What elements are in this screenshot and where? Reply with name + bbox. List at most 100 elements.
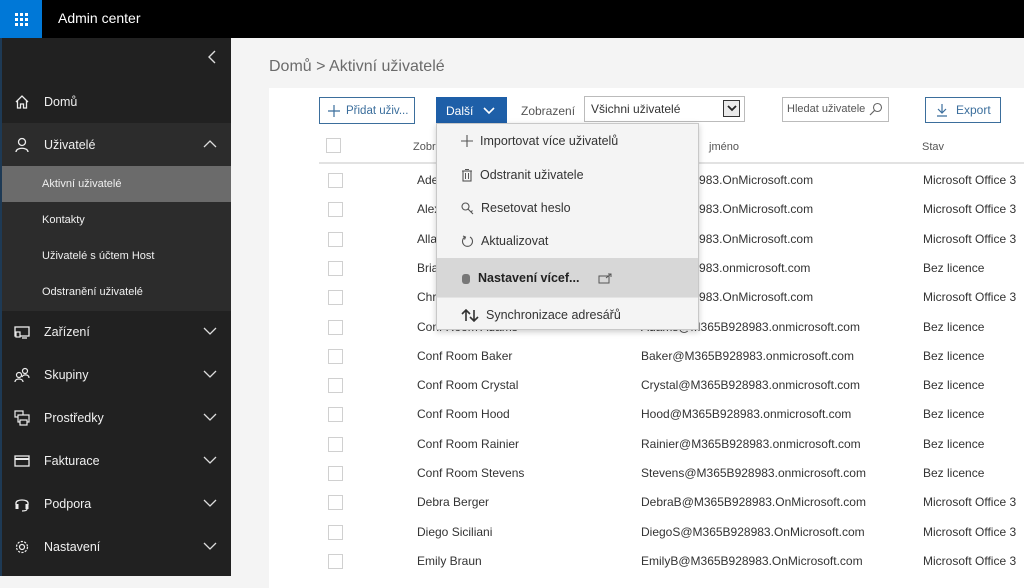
status-cell: Microsoft Office 3 xyxy=(923,524,1017,539)
sidebar-item-resources[interactable]: Prostředky xyxy=(2,396,231,439)
row-checkbox[interactable] xyxy=(328,553,343,569)
sidebar-item-users[interactable]: Uživatelé xyxy=(2,123,231,166)
sidebar-subitem-deleted-users[interactable]: Odstranění uživatelé xyxy=(2,274,231,310)
username-cell: Crystal@M365B928983.onmicrosoft.com xyxy=(641,378,860,393)
groups-icon xyxy=(12,367,32,383)
sidebar-item-home[interactable]: Domů xyxy=(2,80,231,123)
chevron-down-icon xyxy=(203,413,217,421)
menu-item-directory-sync[interactable]: Synchronizace adresářů xyxy=(437,298,698,332)
breadcrumb: Domů > Aktivní uživatelé xyxy=(269,58,445,75)
username-cell: EmilyB@M365B928983.OnMicrosoft.com xyxy=(641,553,863,568)
status-cell: Bez licence xyxy=(923,319,985,334)
row-checkbox[interactable] xyxy=(328,173,343,188)
external-link-icon xyxy=(598,273,612,283)
sidebar-item-support[interactable]: Podpora xyxy=(2,482,231,525)
table-row[interactable]: Conf Room Hood Hood@M365B928983.onmicroso… xyxy=(269,400,1024,429)
display-name-cell[interactable]: Conf Room Rainier xyxy=(417,437,617,451)
sidebar-item-groups[interactable]: Skupiny xyxy=(2,353,231,396)
security-icon xyxy=(462,273,470,284)
sidebar-item-label: Podpora xyxy=(44,496,92,511)
collapse-sidebar-button[interactable] xyxy=(207,50,217,69)
status-cell: Microsoft Office 3 xyxy=(923,495,1017,510)
status-cell: Microsoft Office 3 xyxy=(923,173,1017,187)
view-select[interactable]: Všichni uživatelé xyxy=(584,96,745,122)
search-placeholder: Hledat uživatele xyxy=(787,103,866,115)
sync-icon xyxy=(461,308,479,322)
chevron-down-icon xyxy=(203,499,217,507)
sidebar-item-label: Zařízení xyxy=(44,324,90,339)
app-title: Admin center xyxy=(58,10,141,26)
more-actions-menu: Importovat více uživatelů Odstranit uživ… xyxy=(436,123,699,330)
row-checkbox[interactable] xyxy=(328,436,343,452)
plus-icon xyxy=(461,135,473,147)
column-header-name[interactable]: Zobr xyxy=(413,141,436,153)
menu-item-import-users[interactable]: Importovat více uživatelů xyxy=(437,124,698,158)
search-icon xyxy=(869,102,883,116)
row-checkbox[interactable] xyxy=(328,290,343,306)
app-launcher-button[interactable] xyxy=(0,0,42,38)
row-checkbox[interactable] xyxy=(328,378,343,394)
menu-item-mfa-settings[interactable]: Nastavení vícef... xyxy=(437,258,698,298)
table-row[interactable]: Conf Room Rainier Rainier@M365B928983.onm… xyxy=(269,430,1024,459)
sidebar-subitem-guest-users[interactable]: Uživatelé s účtem Host xyxy=(2,238,231,274)
sidebar-subitem-active-users[interactable]: Aktivní uživatelé xyxy=(2,166,231,202)
row-checkbox[interactable] xyxy=(328,524,343,540)
row-checkbox[interactable] xyxy=(328,231,343,247)
status-cell: Bez licence xyxy=(923,378,985,393)
trash-icon xyxy=(462,168,472,182)
display-name-cell[interactable]: Conf Room Baker xyxy=(417,349,617,363)
row-checkbox[interactable] xyxy=(328,348,343,364)
menu-item-refresh[interactable]: Aktualizovat xyxy=(437,224,698,258)
display-name-cell[interactable]: Diego Siciliani xyxy=(417,525,617,539)
search-input[interactable]: Hledat uživatele xyxy=(782,97,889,122)
username-cell: Rainier@M365B928983.onmicrosoft.com xyxy=(641,436,861,451)
row-checkbox[interactable] xyxy=(328,407,343,423)
menu-item-reset-password[interactable]: Resetovat heslo xyxy=(437,191,698,225)
sidebar-item-label: Skupiny xyxy=(44,367,89,382)
menu-item-label: Odstranit uživatele xyxy=(480,168,584,182)
display-name-cell[interactable]: Conf Room Stevens xyxy=(417,466,617,480)
sidebar-item-billing[interactable]: Fakturace xyxy=(2,439,231,482)
table-row[interactable]: Conf Room Baker Baker@M365B928983.onmicro… xyxy=(269,342,1024,371)
select-all-checkbox[interactable] xyxy=(326,138,341,153)
chevron-down-icon xyxy=(203,456,217,464)
row-checkbox[interactable] xyxy=(328,319,343,335)
menu-item-label: Aktualizovat xyxy=(481,234,549,248)
row-checkbox[interactable] xyxy=(328,466,343,481)
table-row[interactable]: Conf Room Crystal Crystal@M365B928983.onm… xyxy=(269,371,1024,400)
sidebar-item-label: Fakturace xyxy=(44,453,100,468)
sidebar-item-settings[interactable]: Nastavení xyxy=(2,525,231,568)
status-cell: Bez licence xyxy=(923,260,985,275)
column-header-status[interactable]: Stav xyxy=(922,141,944,153)
view-label: Zobrazení xyxy=(521,104,576,118)
more-button[interactable]: Další xyxy=(436,97,507,124)
chevron-left-icon xyxy=(208,50,216,64)
table-row[interactable]: Debra Berger DebraB@M365B928983.OnMicroso… xyxy=(269,488,1024,517)
headset-icon xyxy=(12,496,32,512)
row-checkbox[interactable] xyxy=(328,260,343,276)
table-row[interactable]: Diego Siciliani DiegoS@M365B928983.OnMicr… xyxy=(269,518,1024,547)
chevron-down-icon xyxy=(203,370,217,378)
export-button[interactable]: Export xyxy=(925,97,1001,123)
sidebar-subitem-contacts[interactable]: Kontakty xyxy=(2,202,231,238)
table-row[interactable]: Emily Braun EmilyB@M365B928983.OnMicrosof… xyxy=(269,547,1024,576)
column-header-username[interactable]: jméno xyxy=(709,141,739,153)
display-name-cell[interactable]: Conf Room Crystal xyxy=(417,378,617,392)
status-cell: Microsoft Office 3 xyxy=(923,290,1017,305)
sidebar-item-label: Nastavení xyxy=(44,539,101,554)
display-name-cell[interactable]: Debra Berger xyxy=(417,495,617,509)
chevron-down-icon xyxy=(203,327,217,335)
top-bar: Admin center xyxy=(0,0,1024,38)
display-name-cell[interactable]: Conf Room Hood xyxy=(417,407,617,421)
add-user-button[interactable]: Přidat uživ... xyxy=(319,97,415,124)
status-cell: Microsoft Office 3 xyxy=(923,231,1017,246)
table-row[interactable]: Conf Room Stevens Stevens@M365B928983.onm… xyxy=(269,459,1024,488)
username-cell: DiegoS@M365B928983.OnMicrosoft.com xyxy=(641,524,865,539)
resources-icon xyxy=(12,409,32,426)
row-checkbox[interactable] xyxy=(328,495,343,511)
menu-item-delete-user[interactable]: Odstranit uživatele xyxy=(437,158,698,192)
sidebar-item-devices[interactable]: Zařízení xyxy=(2,310,231,353)
display-name-cell[interactable]: Emily Braun xyxy=(417,554,617,568)
row-checkbox[interactable] xyxy=(328,202,343,218)
status-cell: Microsoft Office 3 xyxy=(923,202,1017,217)
